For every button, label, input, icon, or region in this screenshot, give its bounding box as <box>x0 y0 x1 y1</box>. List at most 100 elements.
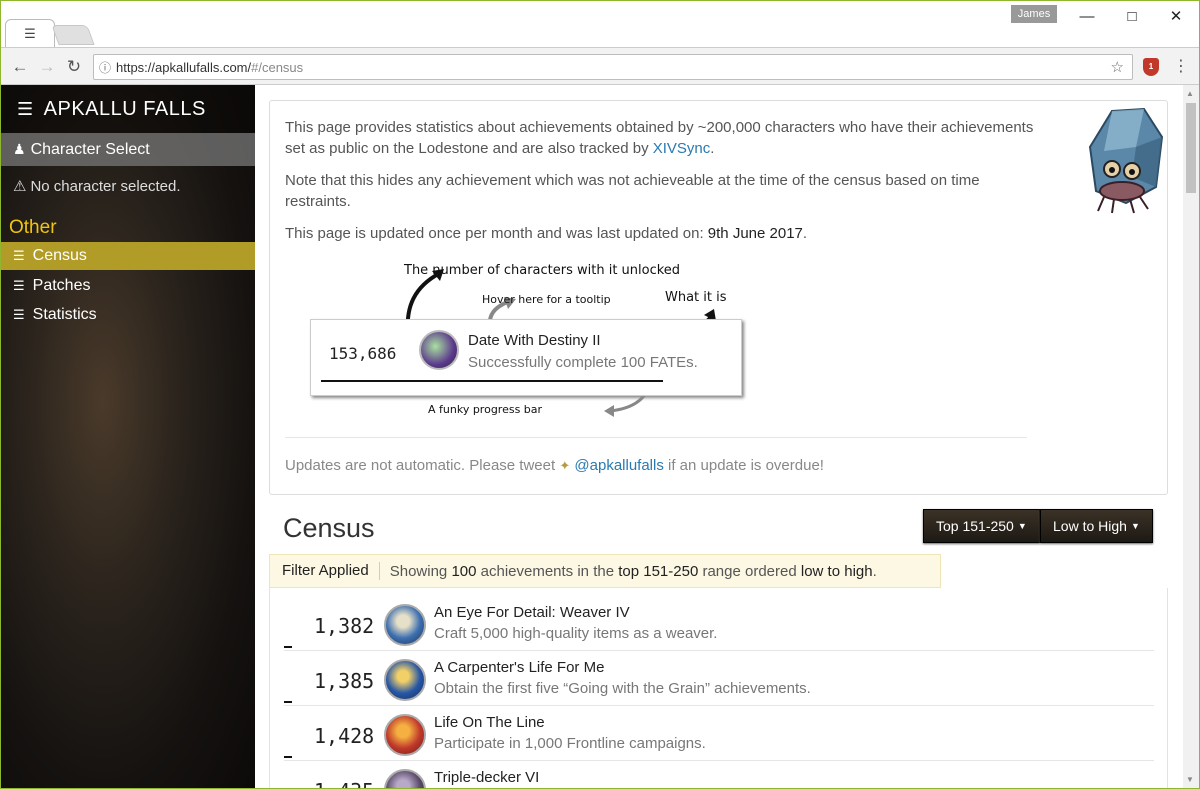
filter-text: range ordered <box>698 562 801 580</box>
list-item[interactable]: 1,385 A Carpenter's Life For Me Obtain t… <box>284 651 1154 706</box>
achievement-count: 1,435 <box>314 779 374 788</box>
info-icon[interactable]: ⓘ <box>94 59 116 76</box>
tutorial-label-what: What it is <box>665 290 727 305</box>
last-updated-date: 9th June 2017 <box>707 225 803 242</box>
sidebar-item-label: Patches <box>32 277 91 294</box>
updates-note: Updates are not automatic. Please tweet … <box>285 457 824 474</box>
brand[interactable]: ☰ APKALLU FALLS <box>1 85 255 133</box>
progress-bar <box>321 380 663 382</box>
range-dropdown-label: Top 151-250 <box>936 518 1014 534</box>
bookmark-star-icon[interactable]: ☆ <box>1111 58 1124 76</box>
demo-name: Date With Destiny II <box>468 332 601 349</box>
achievement-list: 1,382 An Eye For Detail: Weaver IV Craft… <box>269 588 1168 788</box>
scroll-down-icon[interactable]: ▼ <box>1186 775 1194 784</box>
filter-range: top 151-250 <box>618 562 699 580</box>
sidebar: ☰ APKALLU FALLS ♟ Character Select ⚠ No c… <box>1 85 255 788</box>
extension-icon[interactable]: 1 <box>1143 58 1159 76</box>
section-title-other: Other <box>9 217 57 238</box>
sidebar-item-census[interactable]: ☰ Census <box>1 242 255 270</box>
list-item[interactable]: 1,435 Triple-decker VI <box>284 761 1154 788</box>
achievement-icon[interactable] <box>384 769 426 788</box>
achievement-icon[interactable] <box>419 330 459 370</box>
list-icon: ☰ <box>13 248 25 263</box>
achievement-icon[interactable] <box>384 714 426 756</box>
census-heading: Census <box>283 513 375 543</box>
tutorial-label-bar: A funky progress bar <box>428 403 543 416</box>
list-icon: ☰ <box>13 307 25 322</box>
intro-paragraph-2: Note that this hides any achievement whi… <box>285 172 980 210</box>
intro-paragraph-1: This page provides statistics about achi… <box>285 117 1045 159</box>
achievement-name: Triple-decker VI <box>434 769 540 786</box>
no-character-message: ⚠ No character selected. <box>13 177 181 195</box>
achievement-count: 1,382 <box>314 614 375 638</box>
achievement-count: 1,428 <box>314 724 375 748</box>
achievement-desc: Participate in 1,000 Frontline campaigns… <box>434 735 706 752</box>
achievement-desc: Obtain the first five “Going with the Gr… <box>434 680 811 697</box>
sidebar-item-label: Census <box>32 247 87 264</box>
profile-badge[interactable]: James <box>1011 5 1057 23</box>
tutorial-label-count: The number of characters with it unlocke… <box>404 263 681 278</box>
demo-count: 153,686 <box>329 344 397 363</box>
user-icon: ♟ <box>13 141 26 157</box>
forward-button[interactable]: → <box>34 54 60 80</box>
divider <box>285 437 1027 438</box>
mascot-image <box>1088 107 1164 214</box>
order-dropdown-label: Low to High <box>1053 518 1127 534</box>
url-host: https://apkallufalls.com/ <box>116 59 252 75</box>
address-bar[interactable]: ⓘ https://apkallufalls.com/#/census ☆ <box>93 54 1133 80</box>
list-icon: ☰ <box>24 25 36 41</box>
progress-bar <box>284 756 292 758</box>
new-tab-button[interactable] <box>51 25 95 45</box>
achievement-name: An Eye For Detail: Weaver IV <box>434 604 630 621</box>
range-dropdown[interactable]: Top 151-250 ▼ <box>923 509 1040 543</box>
sidebar-item-label: Statistics <box>32 306 97 323</box>
achievement-icon[interactable] <box>384 604 426 646</box>
achievement-name: Life On The Line <box>434 714 545 731</box>
caret-down-icon: ▼ <box>1017 521 1027 531</box>
list-item[interactable]: 1,382 An Eye For Detail: Weaver IV Craft… <box>284 596 1154 651</box>
twitter-link[interactable]: @apkallufalls <box>574 457 663 474</box>
browser-tab[interactable]: ☰ <box>5 19 55 47</box>
scroll-thumb[interactable] <box>1186 103 1196 193</box>
character-select-label: Character Select <box>30 140 150 158</box>
close-button[interactable]: ✕ <box>1156 5 1196 27</box>
intro-panel: This page provides statistics about achi… <box>269 100 1168 495</box>
order-dropdown[interactable]: Low to High ▼ <box>1040 509 1153 543</box>
intro-text: . <box>710 140 715 157</box>
scroll-up-icon[interactable]: ▲ <box>1186 89 1194 98</box>
main-content: This page provides statistics about achi… <box>255 85 1183 788</box>
filter-tag: Filter Applied <box>270 562 380 580</box>
filter-text: . <box>872 562 877 580</box>
achievement-count: 1,385 <box>314 669 375 693</box>
caret-down-icon: ▼ <box>1130 521 1140 531</box>
list-icon: ☰ <box>13 278 25 293</box>
intro-text: . <box>802 225 808 242</box>
filter-text: Showing <box>389 562 452 580</box>
list-icon: ☰ <box>17 98 34 119</box>
list-item[interactable]: 1,428 Life On The Line Participate in 1,… <box>284 706 1154 761</box>
browser-toolbar: ← → ↻ ⓘ https://apkallufalls.com/#/censu… <box>1 47 1199 85</box>
filter-count: 100 <box>451 562 477 580</box>
reload-button[interactable]: ↻ <box>61 54 87 80</box>
maximize-button[interactable]: □ <box>1112 5 1152 27</box>
intro-paragraph-3: This page is updated once per month and … <box>285 223 1045 244</box>
back-button[interactable]: ← <box>7 54 33 80</box>
achievement-name: A Carpenter's Life For Me <box>434 659 605 676</box>
filter-text: achievements in the <box>476 562 619 580</box>
url-path: #/census <box>251 59 304 75</box>
minimize-button[interactable]: — <box>1067 5 1107 27</box>
character-select-button[interactable]: ♟ Character Select <box>1 133 255 166</box>
achievement-icon[interactable] <box>384 659 426 701</box>
intro-text: This page is updated once per month and … <box>285 225 708 242</box>
page-scrollbar[interactable]: ▲ ▼ <box>1183 85 1199 788</box>
twitter-icon: ✦ <box>559 458 571 473</box>
title-bar: ☰ James — □ ✕ <box>1 1 1199 47</box>
browser-menu-icon[interactable]: ⋮ <box>1173 56 1189 76</box>
filter-status-bar: Filter Applied Showing 100 achievements … <box>269 554 941 588</box>
demo-achievement-card: 153,686 Date With Destiny II Successfull… <box>310 319 742 396</box>
no-character-text: No character selected. <box>30 178 181 195</box>
sidebar-item-statistics[interactable]: ☰ Statistics <box>1 301 255 329</box>
sidebar-item-patches[interactable]: ☰ Patches <box>1 272 255 300</box>
xivsync-link[interactable]: XIVSync <box>653 140 711 157</box>
progress-bar <box>284 646 292 648</box>
